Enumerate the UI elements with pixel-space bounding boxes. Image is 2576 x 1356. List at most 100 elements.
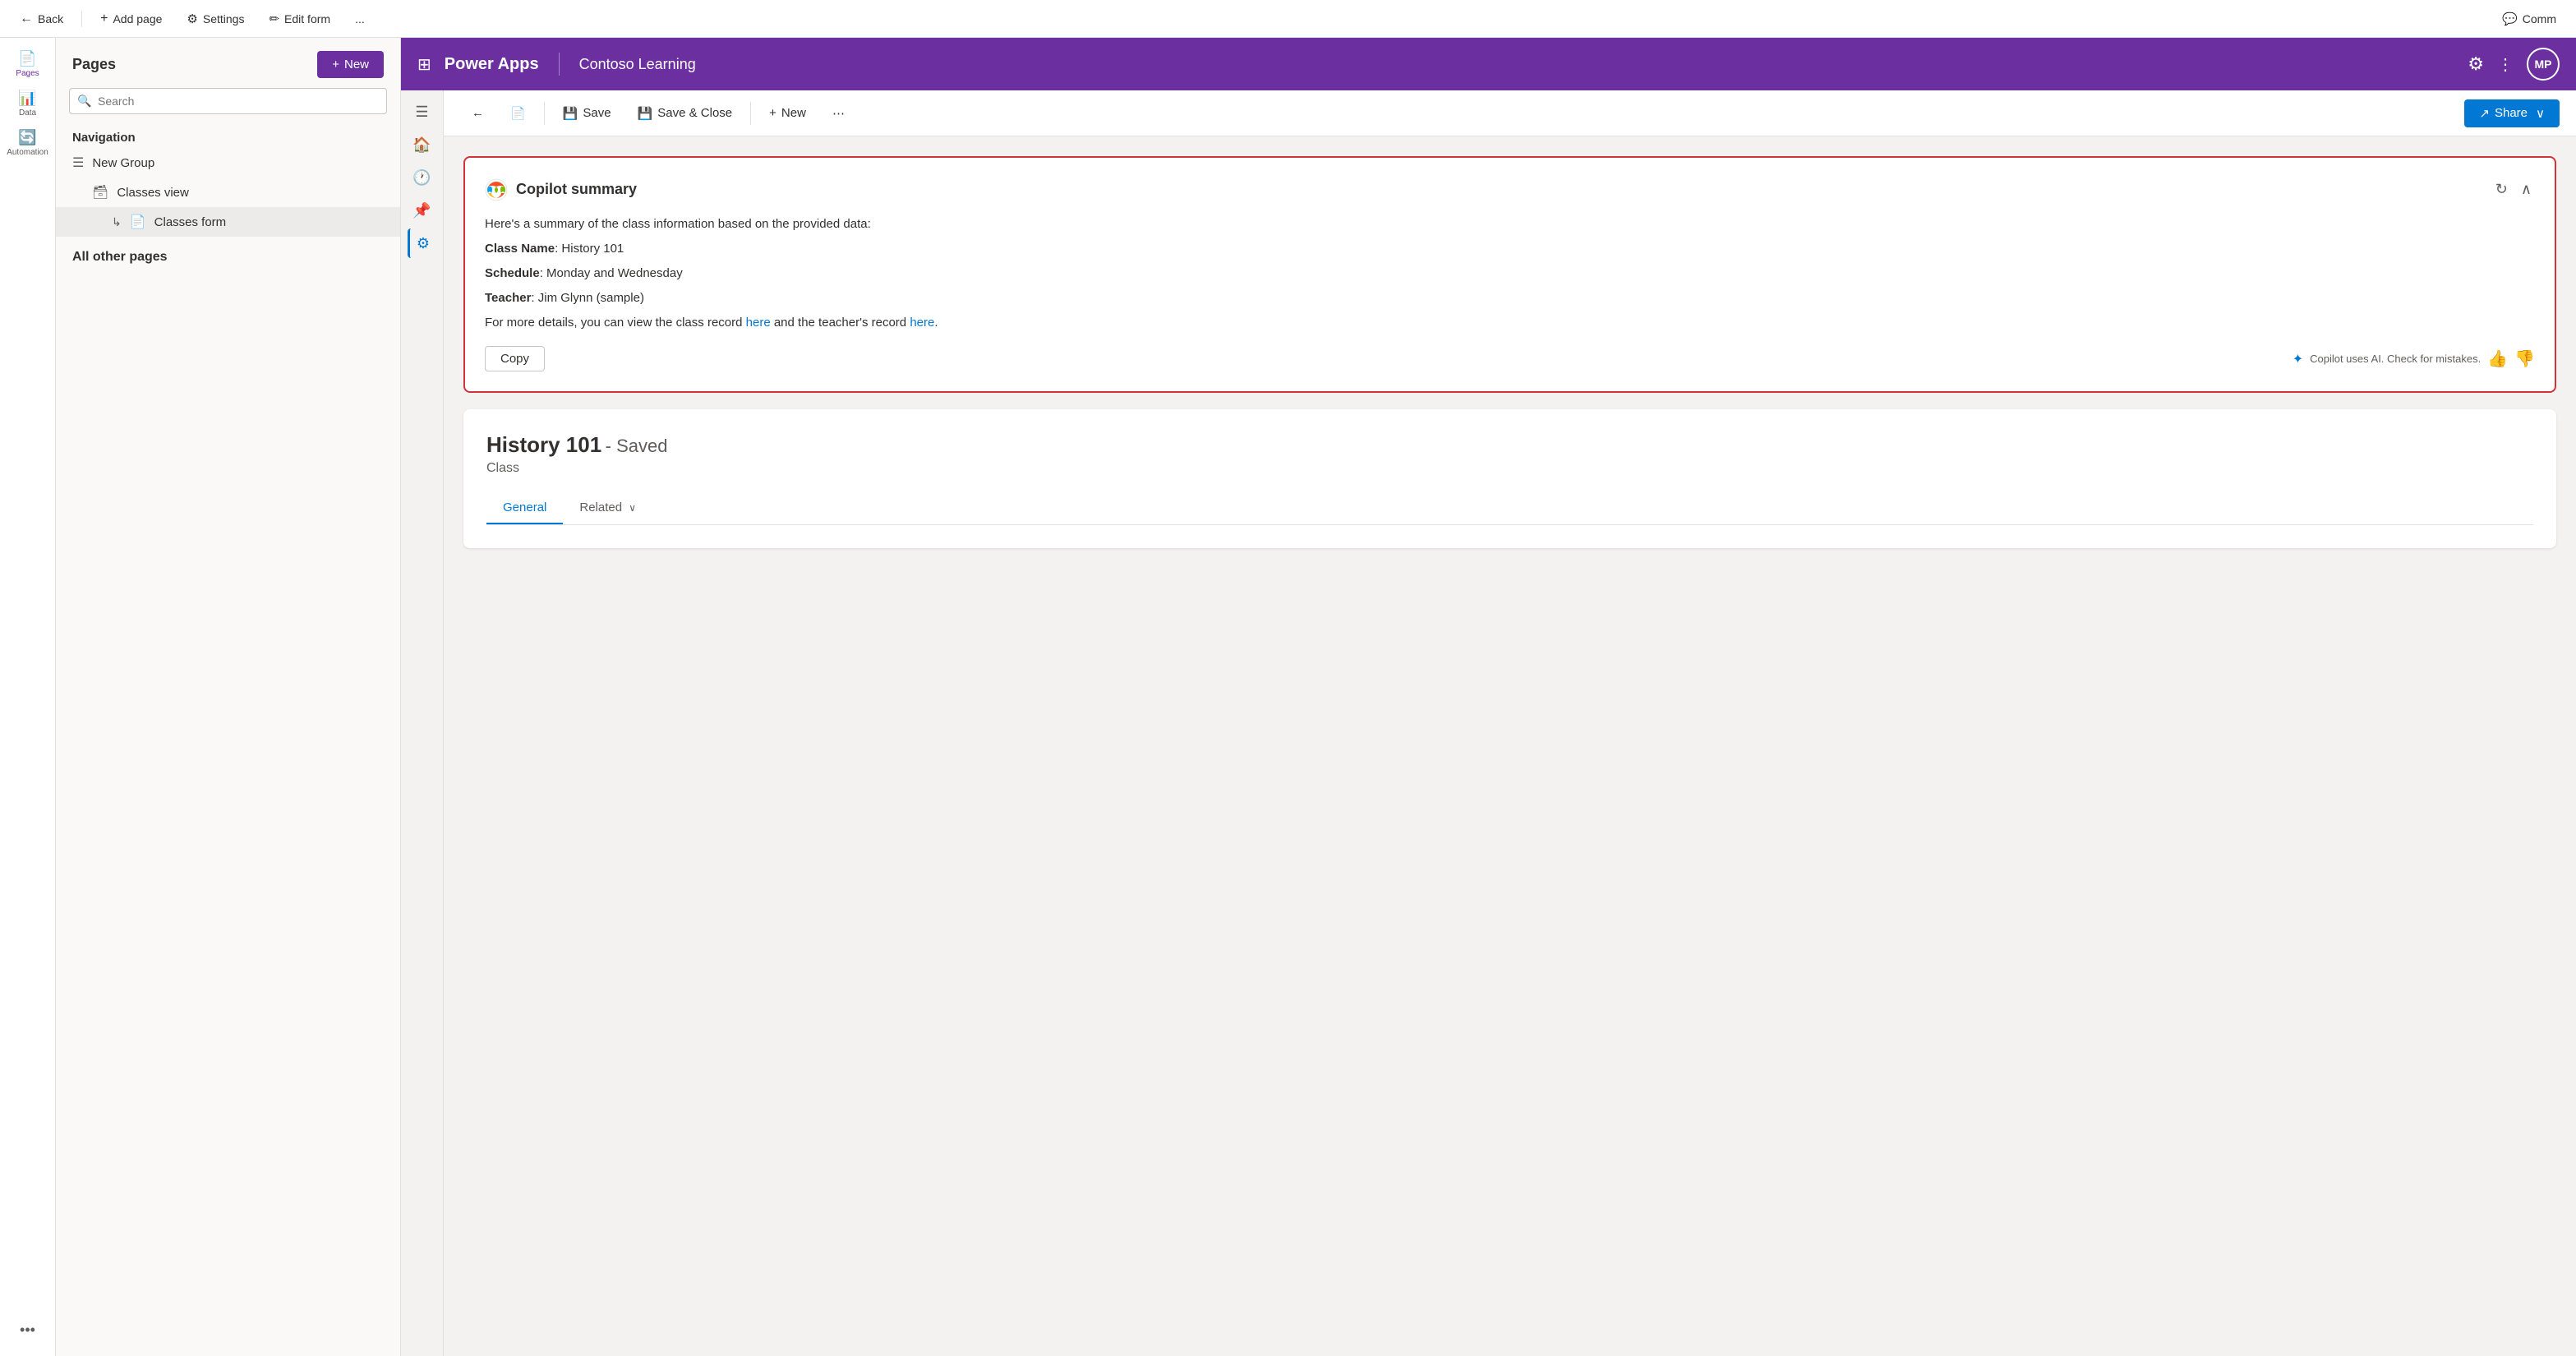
classes-view-label: Classes view — [117, 186, 189, 200]
form-content: Copilot summary ↻ ∧ — [444, 136, 2576, 1356]
search-icon: 🔍 — [77, 95, 91, 108]
search-input[interactable] — [69, 88, 387, 114]
pages-panel: Pages + New 🔍 Navigation ☰ New Group 🗃 C… — [56, 38, 401, 1356]
header-gear-icon[interactable]: ⚙ — [2468, 53, 2484, 75]
nav-icons-strip: ☰ 🏠 🕐 📌 ⚙ — [401, 90, 444, 1356]
copilot-title-row: Copilot summary — [485, 178, 637, 201]
form-toolbar: ← 📄 💾 Save 💾 Save & Close — [444, 90, 2576, 136]
record-title: History 101 — [486, 432, 601, 457]
copilot-body: Here's a summary of the class informatio… — [485, 214, 2535, 333]
copilot-details: For more details, you can view the class… — [485, 313, 2535, 333]
sidebar-data-label: Data — [19, 108, 36, 118]
document-button[interactable]: 📄 — [499, 101, 537, 126]
copy-button[interactable]: Copy — [485, 346, 545, 371]
pages-header: Pages + New — [56, 38, 400, 88]
back-form-button[interactable]: ← — [460, 101, 495, 125]
nav-item-new-group[interactable]: ☰ New Group — [56, 148, 400, 178]
content-area: ⊞ Power Apps Contoso Learning ⚙ ⋮ MP ☰ 🏠 — [401, 38, 2576, 1356]
sidebar-item-pages[interactable]: 📄 Pages — [10, 46, 46, 82]
ellipsis-icon: ••• — [20, 1321, 35, 1339]
nav-item-classes-form[interactable]: ↳ 📄 Classes form — [56, 207, 400, 237]
sidebar-more-btn[interactable]: ••• — [10, 1312, 46, 1348]
edit-icon: ✏ — [269, 12, 279, 26]
edit-form-button[interactable]: ✏ Edit form — [262, 8, 337, 30]
avatar[interactable]: MP — [2527, 48, 2560, 81]
copilot-footer: Copy ✦ Copilot uses AI. Check for mistak… — [485, 346, 2535, 371]
sidebar-automation-label: Automation — [7, 148, 48, 157]
tab-general-label: General — [503, 500, 546, 514]
copilot-title: Copilot summary — [516, 181, 637, 198]
settings-button[interactable]: ⚙ Settings — [180, 8, 251, 30]
save-button[interactable]: 💾 Save — [551, 101, 623, 126]
other-pages-title: All other pages — [56, 237, 400, 271]
save-close-button[interactable]: 💾 Save & Close — [626, 101, 744, 126]
tab-general[interactable]: General — [486, 492, 563, 524]
tab-related[interactable]: Related ∨ — [563, 492, 652, 524]
collapse-icon: ∧ — [2521, 181, 2532, 197]
pages-icon: 📄 — [18, 50, 36, 67]
record-tabs: General Related ∨ — [486, 492, 2533, 525]
thumbs-down-button[interactable]: 👎 — [2514, 348, 2535, 369]
copilot-refresh-button[interactable]: ↻ — [2492, 178, 2511, 201]
back-form-icon: ← — [472, 106, 484, 120]
add-page-label: Add page — [113, 12, 162, 25]
site-name: Contoso Learning — [579, 56, 696, 73]
pages-title: Pages — [72, 56, 116, 73]
add-page-button[interactable]: + Add page — [94, 8, 168, 30]
comment-icon: 💬 — [2502, 12, 2518, 26]
more-topbar-button[interactable]: ... — [348, 9, 371, 29]
refresh-icon: ↻ — [2495, 181, 2508, 197]
comm-button[interactable]: 💬 Comm — [2495, 8, 2563, 30]
back-icon: ← — [20, 12, 33, 26]
copilot-collapse-button[interactable]: ∧ — [2518, 178, 2535, 201]
thumbs-up-button[interactable]: 👍 — [2487, 348, 2508, 369]
classes-form-label: Classes form — [154, 215, 227, 229]
nav-settings-icon: ⚙ — [417, 235, 430, 252]
edit-form-label: Edit form — [284, 12, 330, 25]
plus-icon: + — [100, 12, 108, 26]
back-label: Back — [38, 12, 63, 25]
classes-form-icon: 📄 — [130, 214, 146, 230]
save-close-icon: 💾 — [638, 106, 653, 121]
app-grid-icon[interactable]: ⊞ — [417, 54, 431, 75]
tab-related-label: Related — [579, 500, 622, 514]
nav-section-title: Navigation — [56, 124, 400, 148]
copilot-intro: Here's a summary of the class informatio… — [485, 214, 2535, 234]
here1-link[interactable]: here — [746, 316, 771, 330]
back-button[interactable]: ← Back — [13, 8, 70, 30]
automation-icon: 🔄 — [18, 129, 36, 146]
record-saved-label: - Saved — [606, 436, 668, 456]
sidebar-item-automation[interactable]: 🔄 Automation — [10, 125, 46, 161]
nav-menu-btn[interactable]: ☰ — [408, 97, 437, 127]
thumbs-up-icon: 👍 — [2487, 350, 2508, 368]
header-right: ⚙ ⋮ MP — [2468, 48, 2560, 81]
nav-settings-btn[interactable]: ⚙ — [408, 228, 437, 258]
divider-1 — [81, 11, 82, 27]
avatar-initials: MP — [2535, 58, 2552, 71]
chevron-down-icon: ∨ — [629, 502, 636, 514]
record-card: History 101 - Saved Class General Relate… — [463, 409, 2556, 548]
here2-link[interactable]: here — [910, 316, 934, 330]
toolbar-more-icon: ⋯ — [832, 106, 845, 121]
header-more-icon[interactable]: ⋮ — [2497, 54, 2514, 75]
nav-item-classes-view[interactable]: 🗃 Classes view — [56, 178, 400, 207]
save-close-label: Save & Close — [657, 106, 732, 120]
nav-pin-btn[interactable]: 📌 — [408, 196, 437, 225]
toolbar-more-button[interactable]: ⋯ — [821, 101, 856, 126]
nav-home-btn[interactable]: 🏠 — [408, 130, 437, 159]
sidebar-item-data[interactable]: 📊 Data — [10, 85, 46, 122]
share-button[interactable]: ↗ Share ∨ — [2464, 99, 2560, 127]
copilot-card-header: Copilot summary ↻ ∧ — [485, 178, 2535, 201]
record-subtitle: Class — [486, 461, 2533, 476]
spark-icon: ✦ — [2293, 351, 2303, 367]
comm-label: Comm — [2523, 12, 2556, 25]
new-record-button[interactable]: + New — [758, 101, 818, 125]
new-page-button[interactable]: + New — [317, 51, 384, 78]
save-icon: 💾 — [563, 106, 578, 121]
copilot-logo — [485, 178, 508, 201]
document-icon: 📄 — [510, 106, 526, 121]
copilot-header-actions: ↻ ∧ — [2492, 178, 2535, 201]
save-label: Save — [583, 106, 611, 120]
nav-history-btn[interactable]: 🕐 — [408, 163, 437, 192]
pin-icon: 📌 — [412, 202, 431, 219]
